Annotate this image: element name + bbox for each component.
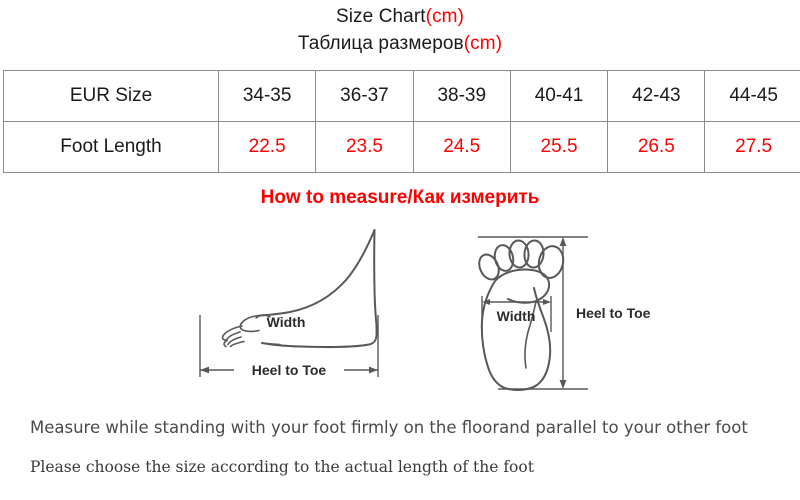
page-title-english: Size Chart(cm) — [0, 6, 800, 28]
eur-size-cell-1: 34-35 — [217, 70, 317, 122]
row-label-eur-size: EUR Size — [3, 70, 219, 122]
row-label-foot-length: Foot Length — [3, 121, 219, 173]
page-title-russian-unit: (cm) — [463, 33, 503, 54]
page-title-english-unit: (cm) — [425, 6, 465, 27]
foot-ball-pad-outline — [494, 268, 551, 304]
foot-sole-outline — [480, 280, 552, 391]
eur-size-cell-4: 40-41 — [509, 70, 609, 122]
foot-length-cell-1: 22.5 — [217, 121, 317, 173]
toe-line-5 — [229, 340, 245, 348]
foot-length-cell-6: 27.5 — [704, 121, 800, 173]
table-row-eur-size: EUR Size 34-35 36-37 38-39 40-41 42-43 4… — [3, 70, 800, 122]
page-title-russian: Таблица размеров(cm) — [0, 33, 800, 55]
foot-length-cell-5: 26.5 — [607, 121, 706, 173]
eur-size-cell-6: 44-45 — [704, 70, 800, 122]
toe-line-2 — [223, 339, 228, 348]
foot-instep-outline — [259, 229, 376, 317]
foot-length-cell-2: 23.5 — [315, 121, 414, 173]
sole-width-label: Width — [497, 308, 536, 324]
sole-heel-to-toe-arrowhead-top — [559, 237, 567, 246]
heel-to-toe-arrowhead-right — [369, 366, 378, 374]
sole-width-arrowhead-right — [543, 299, 551, 305]
size-chart-table: EUR Size 34-35 36-37 38-39 40-41 42-43 4… — [3, 70, 800, 173]
foot-side-view-diagram: Heel to Toe Width — [199, 229, 379, 378]
table-row-foot-length: Foot Length 22.5 23.5 24.5 25.5 26.5 27.… — [3, 121, 800, 173]
foot-length-cell-3: 24.5 — [412, 121, 511, 173]
measurement-note-2: Please choose the size according to the … — [30, 458, 534, 476]
measurement-note-1: Measure while standing with your foot fi… — [30, 418, 748, 437]
foot-length-cell-4: 25.5 — [509, 121, 609, 173]
eur-size-cell-2: 36-37 — [315, 70, 414, 122]
how-to-measure-heading: How to measure/Как измерить — [260, 187, 540, 208]
toe-line-3 — [225, 331, 241, 341]
foot-side-outline — [373, 229, 378, 335]
toe-fourth — [493, 244, 515, 272]
page-title-english-main: Size Chart — [335, 6, 426, 27]
eur-size-cell-5: 42-43 — [607, 70, 706, 122]
sole-heel-to-toe-label: Heel to Toe — [576, 305, 651, 321]
eur-size-cell-3: 38-39 — [412, 70, 511, 122]
sole-heel-to-toe-arrowhead-bottom — [559, 380, 567, 389]
measurement-diagrams: Heel to Toe Width Width Heel to Toe — [0, 222, 800, 397]
side-width-label: Width — [267, 314, 306, 330]
foot-sole-view-diagram: Width Heel to Toe — [478, 236, 651, 391]
side-heel-to-toe-label: Heel to Toe — [252, 362, 327, 378]
heel-to-toe-arrowhead-left — [200, 366, 209, 374]
page-title-russian-main: Таблица размеров — [297, 33, 464, 54]
